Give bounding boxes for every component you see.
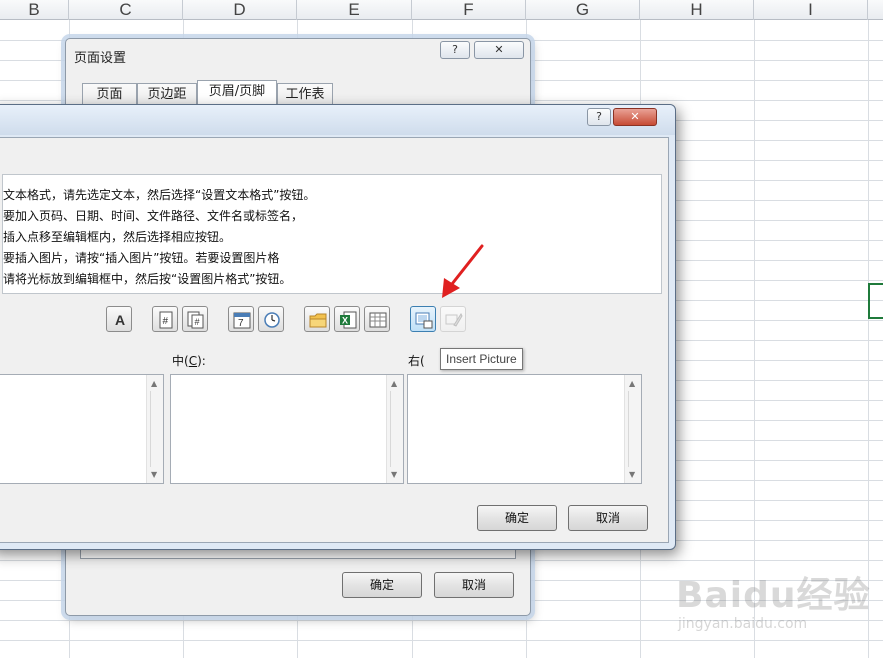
insert-page-number-button[interactable]: # (152, 306, 178, 332)
center-section-label: 中(C): (172, 352, 206, 369)
center-section-editbox[interactable]: ▲ ▼ (170, 374, 404, 484)
header-dialog-close-button[interactable]: ✕ (613, 108, 657, 126)
center-label-suffix: ): (197, 354, 206, 368)
format-text-icon: A (115, 312, 125, 328)
header-ok-button[interactable]: 确定 (477, 505, 557, 531)
grid-line (754, 20, 755, 658)
time-icon (264, 312, 280, 328)
scroll-track[interactable] (628, 391, 638, 467)
center-label-prefix: 中( (172, 354, 189, 368)
page-number-icon: # (159, 311, 173, 329)
right-section-editbox[interactable]: ▲ ▼ (407, 374, 642, 484)
scroll-track[interactable] (390, 391, 400, 467)
page-setup-close-button[interactable]: ✕ (474, 41, 524, 59)
instructions-panel: 文本格式，请先选定文本，然后选择“设置文本格式”按钮。 要加入页码、日期、时间、… (2, 174, 662, 294)
watermark-url: jingyan.baidu.com (678, 616, 808, 632)
insert-picture-button[interactable] (410, 306, 436, 332)
column-header-f[interactable]: F (412, 0, 526, 20)
page-setup-ok-button[interactable]: 确定 (342, 572, 422, 598)
instruction-line: 文本格式，请先选定文本，然后选择“设置文本格式”按钮。 (3, 188, 316, 202)
column-header-c[interactable]: C (69, 0, 183, 20)
annotation-arrow-icon (442, 244, 484, 298)
instruction-line: 请将光标放到编辑框中，然后按“设置图片格式”按钮。 (3, 272, 292, 286)
scroll-track[interactable] (150, 391, 160, 467)
insert-sheet-name-button[interactable] (364, 306, 390, 332)
scroll-up-icon[interactable]: ▲ (151, 379, 157, 388)
header-cancel-button[interactable]: 取消 (568, 505, 648, 531)
header-dialog-help-button[interactable]: ? (587, 108, 611, 126)
left-section-editbox[interactable]: ▲ ▼ (0, 374, 164, 484)
column-header-g[interactable]: G (526, 0, 640, 20)
insert-picture-tooltip: Insert Picture (440, 348, 523, 370)
column-header-h[interactable]: H (640, 0, 754, 20)
format-picture-button[interactable] (440, 306, 466, 332)
svg-text:A: A (115, 312, 125, 328)
svg-text:#: # (195, 317, 200, 327)
format-text-button[interactable]: A (106, 306, 132, 332)
column-header-row: B C D E F G H I (0, 0, 883, 20)
scroll-down-icon[interactable]: ▼ (151, 470, 157, 479)
column-header-e[interactable]: E (297, 0, 412, 20)
header-dialog-titlebar (0, 105, 675, 135)
scroll-down-icon[interactable]: ▼ (391, 470, 397, 479)
svg-text:X: X (342, 316, 348, 326)
instruction-line: 插入点移至编辑框内，然后选择相应按钮。 (3, 230, 232, 244)
center-editbox-scrollbar[interactable]: ▲ ▼ (386, 375, 403, 483)
right-editbox-scrollbar[interactable]: ▲ ▼ (624, 375, 641, 483)
grid-line (868, 20, 869, 658)
page-setup-cancel-button[interactable]: 取消 (434, 572, 514, 598)
insert-file-path-button[interactable] (304, 306, 330, 332)
insert-page-count-button[interactable]: # (182, 306, 208, 332)
right-section-label: 右( (408, 354, 425, 368)
scroll-up-icon[interactable]: ▲ (391, 379, 397, 388)
scroll-down-icon[interactable]: ▼ (629, 470, 635, 479)
page-setup-title: 页面设置 (74, 51, 127, 66)
insert-date-button[interactable]: 7 (228, 306, 254, 332)
watermark-logo: Baidu经验 (676, 575, 871, 616)
insert-file-name-button[interactable]: X (334, 306, 360, 332)
insert-time-button[interactable] (258, 306, 284, 332)
center-label-key: C (188, 354, 198, 368)
column-header-d[interactable]: D (183, 0, 297, 20)
format-picture-icon (445, 312, 463, 327)
selected-cell[interactable] (868, 283, 883, 319)
page-count-icon: # (187, 311, 204, 329)
scroll-up-icon[interactable]: ▲ (629, 379, 635, 388)
column-header-i[interactable]: I (754, 0, 868, 20)
instruction-line: 要加入页码、日期、时间、文件路径、文件名或标签名， (3, 209, 304, 223)
column-header-b[interactable]: B (0, 0, 69, 20)
file-path-icon (309, 313, 327, 328)
page-setup-help-button[interactable]: ? (440, 41, 470, 59)
svg-text:#: # (163, 316, 169, 327)
header-dialog-client: 文本格式，请先选定文本，然后选择“设置文本格式”按钮。 要加入页码、日期、时间、… (0, 137, 669, 543)
insert-picture-icon (415, 312, 433, 329)
baidu-watermark: Baidu经验 jingyan.baidu.com (676, 566, 876, 646)
svg-text:7: 7 (238, 318, 244, 329)
sheet-name-icon (369, 312, 387, 328)
header-dialog: ? ✕ 文本格式，请先选定文本，然后选择“设置文本格式”按钮。 要加入页码、日期… (0, 104, 676, 550)
left-editbox-scrollbar[interactable]: ▲ ▼ (146, 375, 163, 483)
instruction-line: 要插入图片，请按“插入图片”按钮。若要设置图片格 (3, 251, 280, 265)
date-icon: 7 (233, 312, 251, 329)
file-name-icon: X (340, 311, 357, 329)
